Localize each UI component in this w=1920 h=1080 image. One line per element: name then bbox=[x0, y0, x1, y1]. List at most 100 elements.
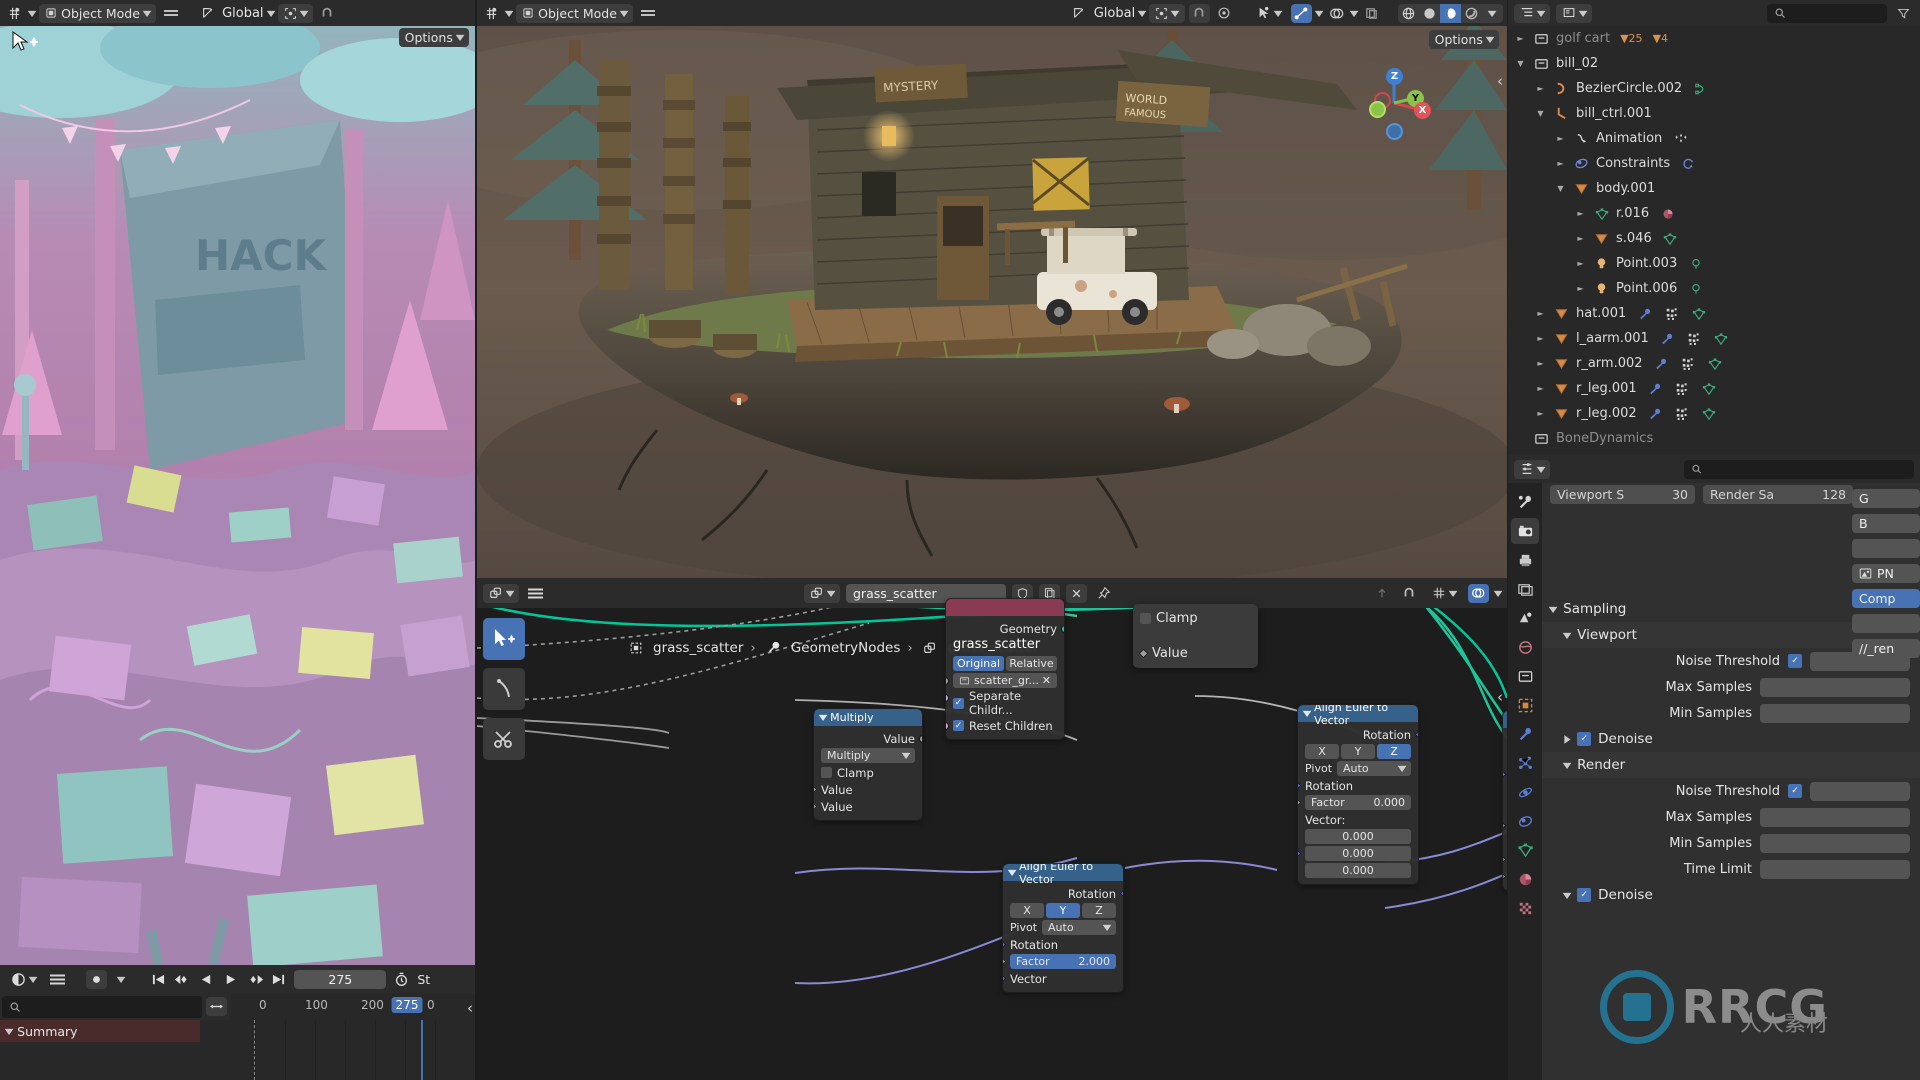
keying-popover[interactable]: ▼ bbox=[112, 970, 130, 989]
outliner-editor-type-selector[interactable]: ▼ bbox=[1514, 3, 1551, 23]
timeline-search-input[interactable] bbox=[2, 995, 202, 1018]
node-random-value-max-y[interactable]: 0.500 bbox=[1503, 817, 1507, 834]
output-path-field[interactable]: //_ren bbox=[1852, 639, 1920, 658]
parent-node-tree-icon[interactable] bbox=[1372, 584, 1393, 603]
outliner-row[interactable]: ► Point.006 bbox=[1508, 276, 1920, 301]
panel-header-render[interactable]: ▼ Render bbox=[1542, 752, 1920, 778]
outliner-filter-icon[interactable] bbox=[1893, 4, 1914, 23]
editor-type-chevron-icon[interactable]: ▼ bbox=[505, 9, 514, 18]
orientation-chevron-icon[interactable]: ▼ bbox=[1138, 9, 1147, 18]
outliner-row[interactable]: ► hat.001 bbox=[1508, 301, 1920, 326]
transform-orientation-icon[interactable] bbox=[197, 4, 218, 23]
modifier-icon[interactable] bbox=[1653, 355, 1670, 372]
chevron-down-icon[interactable]: ▼ bbox=[1554, 184, 1567, 193]
clamp-checkbox[interactable] bbox=[821, 767, 832, 778]
node-sidebar-collapse-arrow-icon[interactable]: ‹ bbox=[1497, 688, 1503, 706]
navigation-gizmo[interactable]: Z Y X bbox=[1351, 60, 1437, 146]
viewport-left[interactable]: HACK ▼ Object Mode ▼ Global ▼ ▼ Options … bbox=[0, 0, 475, 965]
sidebar-collapse-arrow-icon[interactable]: ‹ bbox=[1497, 72, 1503, 90]
node-random-value-min[interactable]: Min bbox=[1503, 766, 1507, 783]
viewport-denoise-checkbox[interactable]: ✓ bbox=[1577, 732, 1592, 746]
outliner-tree[interactable]: ► golf cart ▼25 ▼4 ▼ bill_02 ► BezierCircle.002… bbox=[1508, 26, 1920, 455]
viewport-samples-field[interactable]: Viewport S 30 bbox=[1550, 485, 1695, 504]
editor-type-icon[interactable] bbox=[4, 4, 25, 23]
chevron-right-icon[interactable]: ► bbox=[1534, 409, 1547, 418]
axis-x[interactable]: X bbox=[1305, 744, 1339, 759]
tab-output[interactable] bbox=[1511, 547, 1539, 573]
playhead[interactable] bbox=[421, 1020, 423, 1080]
tab-render[interactable] bbox=[1511, 518, 1539, 544]
min-samples-field[interactable] bbox=[1760, 703, 1910, 723]
node-grass-scatter-reset-children[interactable]: ✓ Reset Children bbox=[946, 717, 1064, 734]
reset-children-checkbox[interactable]: ✓ bbox=[953, 720, 964, 731]
outliner-row[interactable]: ► r_leg.001 bbox=[1508, 376, 1920, 401]
tab-view-layer[interactable] bbox=[1511, 576, 1539, 602]
jump-to-start-icon[interactable] bbox=[148, 970, 169, 989]
separate-children-checkbox[interactable]: ✓ bbox=[953, 697, 964, 709]
max-samples-field[interactable] bbox=[1760, 677, 1910, 697]
outliner-row[interactable]: ► BezierCircle.002 bbox=[1508, 76, 1920, 101]
viewport-main[interactable]: MYSTERY WORLD FAMOUS ▼ Object Mode ▼ Glo… bbox=[477, 0, 1507, 578]
timeline-editor-type-selector[interactable]: ▼ bbox=[5, 970, 42, 989]
shading-material-icon[interactable] bbox=[1440, 3, 1461, 23]
orientation-chevron-icon[interactable]: ▼ bbox=[266, 9, 275, 18]
playback-controls[interactable] bbox=[148, 970, 289, 989]
viewport-min-samples-row[interactable]: Min Samples bbox=[1542, 700, 1920, 726]
particles-icon[interactable] bbox=[1680, 355, 1697, 372]
meshdata-icon[interactable] bbox=[1701, 405, 1718, 422]
node-align-euler-z-axis[interactable]: X Y Z bbox=[1298, 743, 1418, 760]
chevron-right-icon[interactable]: ► bbox=[1554, 159, 1567, 168]
node-random-value-max-z[interactable]: ‹ 1.150 › bbox=[1503, 834, 1507, 851]
render-noise-threshold-row[interactable]: Noise Threshold ✓ bbox=[1542, 778, 1920, 804]
node-multiply-clamp-row[interactable]: Clamp bbox=[814, 764, 922, 781]
render-min-samples-row[interactable]: Min Samples bbox=[1542, 830, 1920, 856]
playhead-label[interactable]: 275 bbox=[391, 997, 423, 1013]
render-time-limit-row[interactable]: Time Limit bbox=[1542, 856, 1920, 882]
particles-icon[interactable] bbox=[1686, 330, 1703, 347]
node-align-euler-z-vector-z[interactable]: 0.000 bbox=[1298, 862, 1418, 879]
node-random-value[interactable]: ▼ Random Value Value Vector▼ Min Max: 0.… bbox=[1502, 710, 1507, 891]
outliner-badge-count[interactable]: ▼4 bbox=[1653, 30, 1668, 47]
render-denoise-checkbox[interactable]: ✓ bbox=[1577, 888, 1592, 902]
curve-data-icon[interactable] bbox=[1692, 80, 1709, 97]
xray-toggle-icon[interactable] bbox=[1361, 4, 1382, 23]
unlink-datablock-icon[interactable] bbox=[1066, 583, 1087, 603]
node-random-value-id[interactable]: ID bbox=[1503, 851, 1507, 868]
node-random-value-seed[interactable]: Seed0 bbox=[1503, 868, 1507, 885]
tab-physics[interactable] bbox=[1511, 779, 1539, 805]
node-grass-scatter-object-field[interactable]: scatter_gr... ✕ bbox=[946, 672, 1064, 689]
editor-type-icon[interactable] bbox=[481, 4, 502, 23]
chevron-right-icon[interactable]: ► bbox=[1534, 359, 1547, 368]
axis-z[interactable]: Z bbox=[1082, 903, 1116, 918]
node-multiply-input-value-2[interactable]: Value bbox=[814, 798, 922, 815]
node-align-euler-z[interactable]: ▼ Align Euler to Vector Rotation X Y Z P… bbox=[1297, 704, 1419, 885]
snap-magnet-icon[interactable] bbox=[1399, 584, 1420, 603]
play-icon[interactable] bbox=[220, 970, 241, 989]
outliner-row[interactable]: ► Constraints bbox=[1508, 151, 1920, 176]
outliner-row[interactable]: ▼ bill_ctrl.001 bbox=[1508, 101, 1920, 126]
blank-field[interactable] bbox=[1852, 539, 1920, 558]
time-limit-field[interactable] bbox=[1760, 859, 1910, 879]
shading-chevron-icon[interactable]: ▼ bbox=[1482, 4, 1503, 23]
node-align-euler-y-rotation-input[interactable]: Rotation bbox=[1003, 936, 1123, 953]
timeline-ruler[interactable]: 0 100 200 0 275 bbox=[231, 993, 475, 1020]
node-align-euler-z-factor[interactable]: Factor 0.000 bbox=[1298, 794, 1418, 811]
breadcrumb-object[interactable]: grass_scatter bbox=[653, 640, 743, 656]
color-depth-comp-button[interactable]: Comp bbox=[1852, 589, 1920, 608]
file-format-field[interactable]: PN bbox=[1852, 564, 1920, 583]
outliner-row[interactable]: ► l_aarm.001 bbox=[1508, 326, 1920, 351]
node-align-euler-z-header[interactable]: ▼ Align Euler to Vector bbox=[1298, 705, 1418, 727]
shading-wireframe-icon[interactable] bbox=[1398, 4, 1419, 23]
outliner-display-mode-selector[interactable]: ▼ bbox=[1556, 3, 1593, 23]
node-align-euler-y-factor[interactable]: Factor 2.000 bbox=[1003, 953, 1123, 970]
particles-icon[interactable] bbox=[1663, 305, 1680, 322]
current-frame-field[interactable]: 275 bbox=[294, 969, 387, 989]
tool-tweak-icon[interactable] bbox=[483, 618, 525, 660]
menu-hamburger-icon[interactable] bbox=[47, 970, 68, 989]
pivot-point-selector[interactable]: ▼ bbox=[277, 3, 313, 23]
pivot-point-selector[interactable]: ▼ bbox=[1149, 3, 1185, 23]
properties-search-field[interactable] bbox=[1707, 462, 1907, 476]
chevron-right-icon[interactable]: ► bbox=[1514, 34, 1527, 43]
viewport-left-options-button[interactable]: Options ▼ bbox=[398, 28, 469, 47]
menu-hamburger-icon[interactable] bbox=[160, 4, 181, 23]
